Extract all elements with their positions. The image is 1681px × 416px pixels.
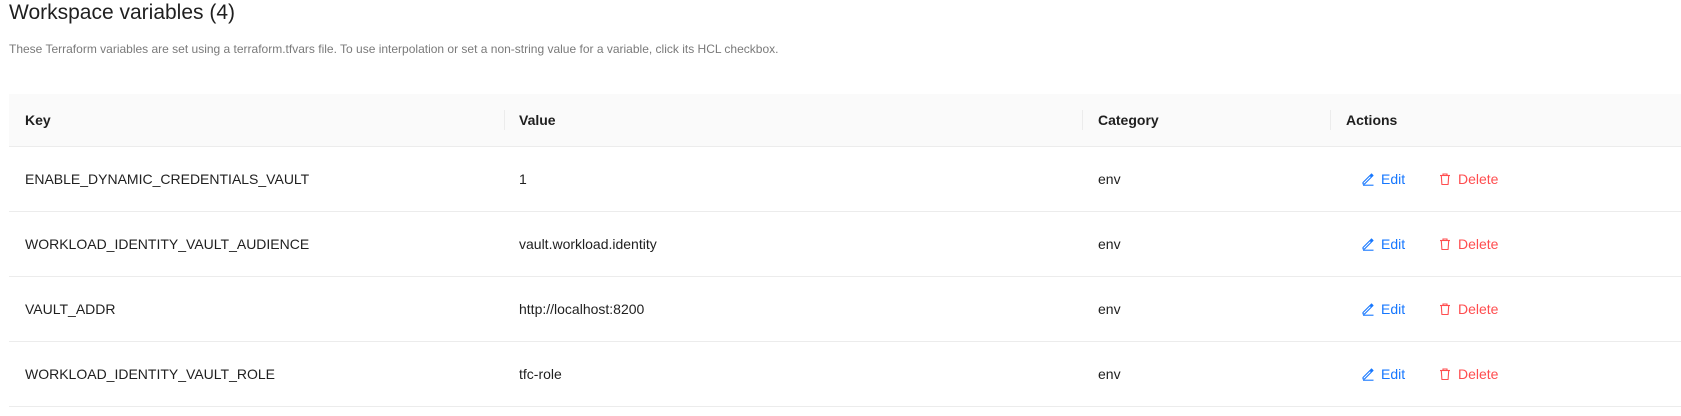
delete-label: Delete	[1458, 236, 1499, 252]
trash-icon	[1438, 367, 1452, 381]
edit-pencil-icon	[1361, 172, 1375, 186]
column-header-key[interactable]: Key	[25, 94, 51, 146]
variable-category: env	[1098, 171, 1121, 187]
edit-button[interactable]: Edit	[1361, 342, 1405, 406]
edit-button[interactable]: Edit	[1361, 277, 1405, 341]
delete-button[interactable]: Delete	[1438, 342, 1498, 406]
variable-category: env	[1098, 366, 1121, 382]
variable-value: vault.workload.identity	[519, 236, 657, 252]
table-row: ENABLE_DYNAMIC_CREDENTIALS_VAULT 1 env E…	[9, 147, 1681, 212]
column-divider	[1082, 110, 1083, 130]
variable-category: env	[1098, 236, 1121, 252]
edit-button[interactable]: Edit	[1361, 147, 1405, 211]
edit-pencil-icon	[1361, 367, 1375, 381]
page-title: Workspace variables (4)	[9, 1, 236, 24]
edit-button[interactable]: Edit	[1361, 212, 1405, 276]
delete-label: Delete	[1458, 171, 1499, 187]
trash-icon	[1438, 172, 1452, 186]
variable-value: tfc-role	[519, 366, 562, 382]
edit-pencil-icon	[1361, 302, 1375, 316]
variables-table: Key Value Category Actions ENABLE_DYNAMI…	[9, 94, 1681, 407]
variable-key: ENABLE_DYNAMIC_CREDENTIALS_VAULT	[25, 171, 310, 187]
column-divider	[504, 110, 505, 130]
table-row: VAULT_ADDR http://localhost:8200 env Edi…	[9, 277, 1681, 342]
variable-key: VAULT_ADDR	[25, 301, 116, 317]
delete-button[interactable]: Delete	[1438, 147, 1498, 211]
delete-label: Delete	[1458, 366, 1499, 382]
variable-key: WORKLOAD_IDENTITY_VAULT_ROLE	[25, 366, 275, 382]
delete-button[interactable]: Delete	[1438, 277, 1498, 341]
column-header-value[interactable]: Value	[519, 94, 556, 146]
edit-label: Edit	[1381, 171, 1406, 187]
variable-key: WORKLOAD_IDENTITY_VAULT_AUDIENCE	[25, 236, 310, 252]
table-row: WORKLOAD_IDENTITY_VAULT_ROLE tfc-role en…	[9, 342, 1681, 407]
page-description: These Terraform variables are set using …	[9, 42, 779, 56]
column-divider	[1330, 110, 1331, 130]
delete-label: Delete	[1458, 301, 1499, 317]
edit-pencil-icon	[1361, 237, 1375, 251]
variable-category: env	[1098, 301, 1121, 317]
delete-button[interactable]: Delete	[1438, 212, 1498, 276]
table-row: WORKLOAD_IDENTITY_VAULT_AUDIENCE vault.w…	[9, 212, 1681, 277]
table-header: Key Value Category Actions	[9, 94, 1681, 147]
column-header-actions: Actions	[1346, 112, 1398, 128]
edit-label: Edit	[1381, 236, 1406, 252]
workspace-variables-panel: Workspace variables (4) These Terraform …	[0, 0, 1681, 416]
variable-value: http://localhost:8200	[519, 301, 645, 317]
column-header-category[interactable]: Category	[1098, 94, 1159, 146]
trash-icon	[1438, 237, 1452, 251]
trash-icon	[1438, 302, 1452, 316]
edit-label: Edit	[1381, 301, 1406, 317]
variable-value: 1	[519, 171, 527, 187]
edit-label: Edit	[1381, 366, 1406, 382]
